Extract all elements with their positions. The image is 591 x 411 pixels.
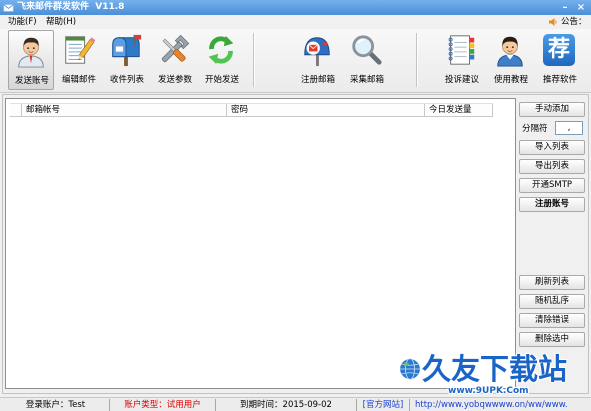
column-header-today-sent[interactable]: 今日发送量 [425, 104, 493, 117]
column-header-password[interactable]: 密码 [227, 104, 425, 117]
toolbar-recommend-software[interactable]: 荐 推荐软件 [537, 30, 583, 90]
toolbar-label: 开始发送 [204, 75, 239, 85]
status-expiry: 到期时间：2015-09-02 [216, 399, 357, 411]
menu-help[interactable]: 帮助(H) [46, 16, 76, 28]
toolbar-start-send[interactable]: 开始发送 [199, 30, 245, 90]
app-icon [3, 4, 14, 12]
account-table[interactable]: 邮箱帐号 密码 今日发送量 [5, 98, 516, 389]
toolbar-send-accounts[interactable]: 发送账号 [8, 30, 54, 90]
mailbox-icon [112, 34, 142, 67]
user-account-icon [18, 37, 44, 68]
toolbar: 发送账号 编辑邮件 收件列表 发送参数 开始发送 注册邮箱 采集邮箱 投诉建议 … [0, 29, 591, 93]
toolbar-label: 注册邮箱 [300, 75, 335, 85]
minimize-button[interactable]: – [558, 2, 572, 13]
toolbar-feedback[interactable]: 投诉建议 [439, 30, 485, 90]
manual-add-button[interactable]: 手动添加 [519, 102, 585, 117]
toolbar-label: 采集邮箱 [349, 75, 384, 85]
toolbar-recipient-list[interactable]: 收件列表 [104, 30, 150, 90]
title-bar[interactable]: 飞来邮件群发软件 V11.8 – × [0, 0, 591, 15]
table-header: 邮箱帐号 密码 今日发送量 [10, 103, 493, 117]
delete-selected-button[interactable]: 删除选中 [519, 332, 585, 347]
website-url-link[interactable]: http://www.yobqwwww.on/ww/www. [410, 399, 589, 411]
start-send-icon [208, 35, 234, 65]
toolbar-label: 推荐软件 [542, 75, 577, 85]
toolbar-label: 使用教程 [493, 75, 528, 85]
toolbar-separator [253, 33, 255, 87]
notice-label[interactable]: 公告： [561, 16, 587, 28]
toolbar-tutorial[interactable]: 使用教程 [488, 30, 534, 90]
toolbar-register-mailbox[interactable]: 注册邮箱 [295, 30, 341, 90]
status-account-type: 账户类型：试用用户 [110, 399, 216, 411]
refresh-list-button[interactable]: 刷新列表 [519, 275, 585, 290]
export-list-button[interactable]: 导出列表 [519, 159, 585, 174]
official-website-link[interactable]: [官方网站] [357, 399, 410, 411]
register-account-button[interactable]: 注册账号 [519, 197, 585, 212]
notebook-icon [448, 35, 475, 65]
close-button[interactable]: × [574, 2, 588, 13]
import-list-button[interactable]: 导入列表 [519, 140, 585, 155]
separator-input[interactable]: , [555, 121, 583, 135]
status-bar: 登录账户：Test 账户类型：试用用户 到期时间：2015-09-02 [官方网… [0, 397, 591, 411]
separator-label: 分隔符 [522, 124, 548, 134]
magnifier-icon [352, 35, 382, 65]
status-login: 登录账户：Test [2, 399, 110, 411]
register-mailbox-icon [304, 37, 330, 67]
tutorial-person-icon [497, 36, 523, 67]
window-title: 飞来邮件群发软件 V11.8 [17, 2, 125, 12]
toolbar-label: 投诉建议 [444, 75, 479, 85]
menu-function[interactable]: 功能(F) [8, 16, 37, 28]
edit-mail-icon [65, 36, 95, 64]
recommend-icon: 荐 [543, 34, 575, 66]
toolbar-separator [416, 33, 418, 87]
toolbar-edit-mail[interactable]: 编辑邮件 [56, 30, 102, 90]
shuffle-button[interactable]: 随机乱序 [519, 294, 585, 309]
menu-bar: 功能(F) 帮助(H) 公告： [0, 15, 591, 29]
speaker-icon [549, 18, 557, 26]
toolbar-collect-mailbox[interactable]: 采集邮箱 [344, 30, 390, 90]
row-header-column[interactable] [10, 104, 22, 117]
toolbar-send-settings[interactable]: 发送参数 [152, 30, 198, 90]
tools-icon [161, 34, 190, 63]
clear-errors-button[interactable]: 清除错误 [519, 313, 585, 328]
column-header-email[interactable]: 邮箱帐号 [22, 104, 227, 117]
open-smtp-button[interactable]: 开通SMTP [519, 178, 585, 193]
